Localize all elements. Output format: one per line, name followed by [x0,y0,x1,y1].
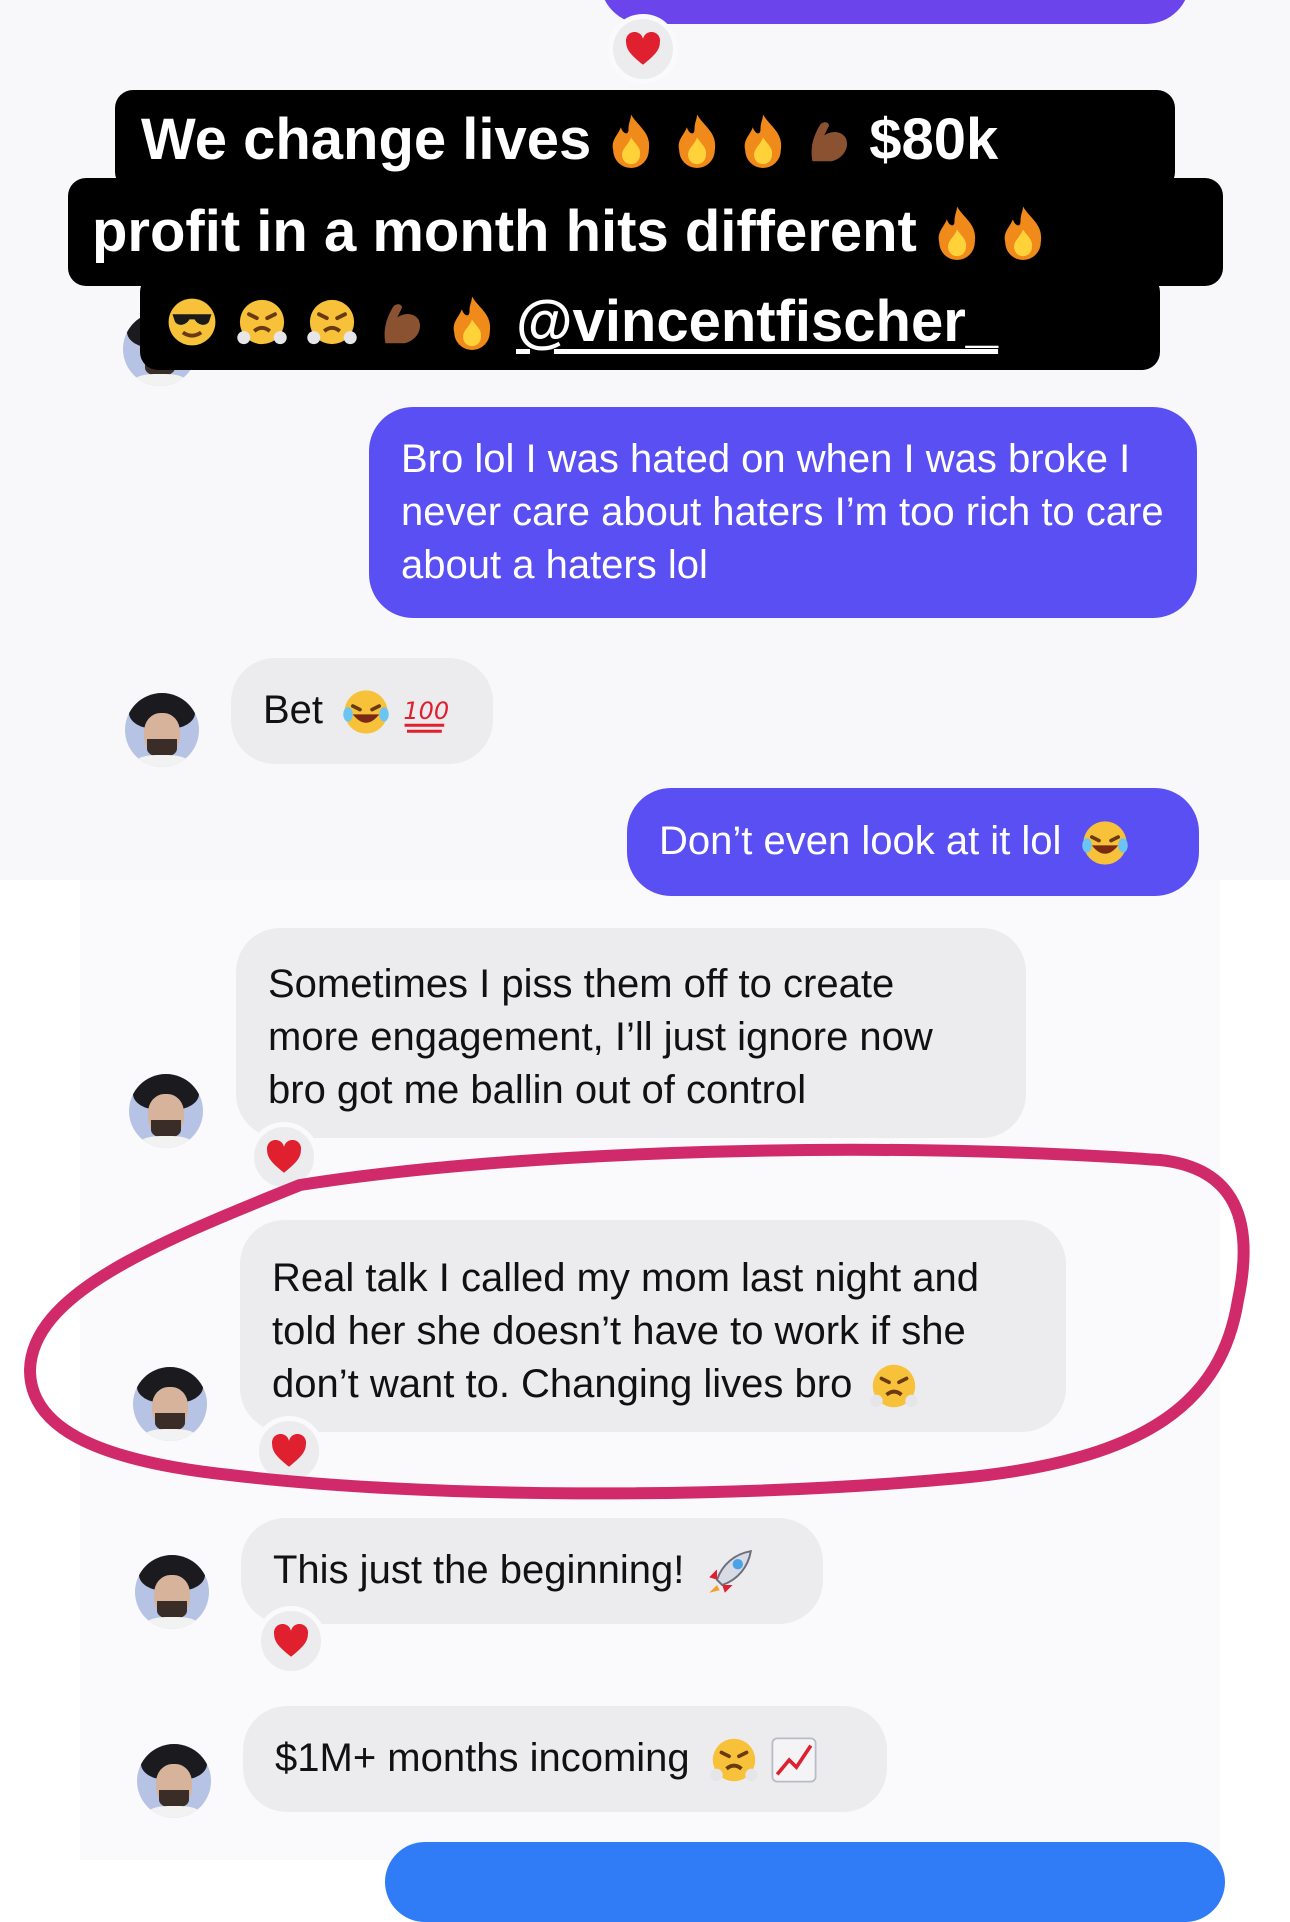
rocket-emoji [708,1550,752,1594]
caption-line-2: profit in a month hits different [68,178,1223,286]
heart-reaction-icon [625,32,661,65]
chart-increasing-emoji [771,1737,817,1783]
fire-emoji [938,206,975,260]
flexed-biceps-emoji [384,304,421,344]
caption-amount: $80k [869,107,999,172]
mention-link[interactable]: @vincentfischer_ [516,284,998,360]
heart-reaction-icon [266,1140,302,1173]
fire-emoji [453,296,491,350]
fire-emoji [612,114,650,168]
previous-message-bubble[interactable] [600,0,1190,24]
incoming-message[interactable]: Bet 100 [231,658,493,764]
message-text: Bet [263,688,324,732]
heart-reaction[interactable] [249,1122,319,1192]
message-text: $1M+ months incoming [275,1736,690,1780]
incoming-message[interactable]: Sometimes I piss them off to create more… [236,928,1026,1138]
steam-face-emoji [307,299,357,345]
heart-reaction[interactable] [608,14,678,84]
incoming-message[interactable]: Real talk I called my mom last night and… [240,1220,1066,1432]
outgoing-message[interactable]: Bro lol I was hated on when I was broke … [369,407,1197,618]
fire-emoji [1004,206,1041,260]
next-message-bubble[interactable] [385,1842,1225,1922]
incoming-message[interactable]: This just the beginning! [241,1518,823,1624]
contact-avatar[interactable] [135,1555,209,1629]
caption-line-3: @vincentfischer_ [140,274,1160,370]
message-text: This just the beginning! [273,1548,685,1592]
laughing-tears-emoji [1081,821,1128,866]
contact-avatar[interactable] [137,1744,211,1818]
contact-avatar[interactable] [125,693,199,767]
heart-reaction[interactable] [256,1606,326,1676]
hundred-points-emoji: 100 [404,698,450,734]
steam-face-emoji [237,299,287,345]
message-text: Don’t even look at it lol [659,819,1062,863]
fire-emoji [678,114,716,168]
message-text: Bro lol I was hated on when I was broke … [401,437,1164,587]
fire-emoji [744,114,782,168]
contact-avatar[interactable] [133,1367,207,1441]
heart-reaction-icon [271,1434,307,1467]
caption-text: We change lives [141,107,592,172]
steam-face-emoji [870,1365,919,1408]
outgoing-message[interactable]: Don’t even look at it lol [627,788,1199,896]
incoming-message[interactable]: $1M+ months incoming [243,1706,887,1812]
message-text: Sometimes I piss them off to create more… [268,962,933,1112]
caption-line-1: We change lives $80k [115,90,1175,190]
contact-avatar[interactable] [129,1074,203,1148]
steam-face-emoji [710,1739,758,1782]
svg-text:100: 100 [404,698,450,726]
flexed-biceps-emoji [811,122,848,162]
laughing-tears-emoji [343,690,389,735]
heart-reaction[interactable] [254,1416,324,1486]
heart-reaction-icon [273,1624,309,1657]
sunglasses-emoji [168,298,216,346]
caption-text: profit in a month hits different [92,199,917,264]
